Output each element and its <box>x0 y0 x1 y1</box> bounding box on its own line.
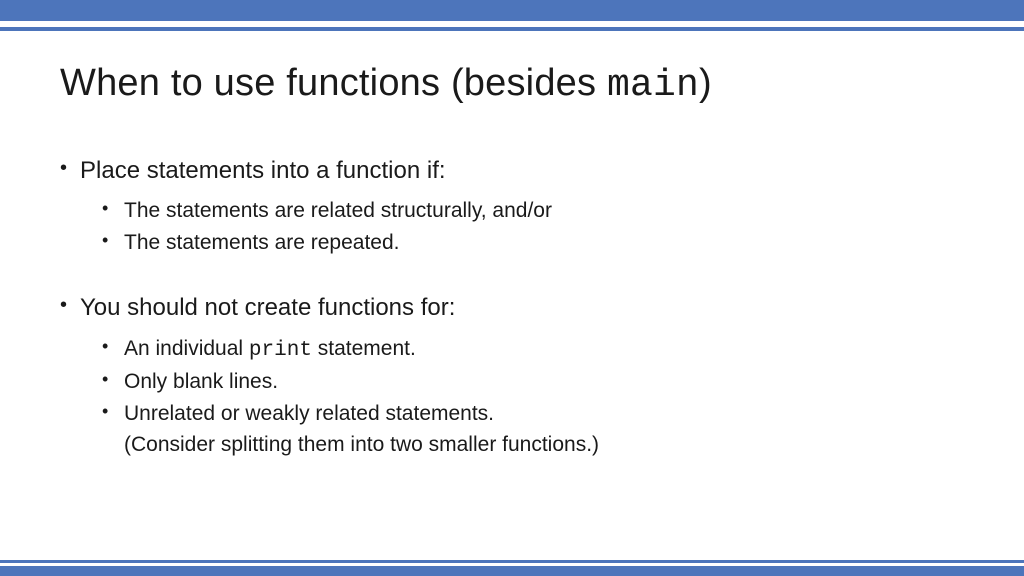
sub-bullet-list: The statements are related structurally,… <box>80 195 964 258</box>
bottom-border-thick <box>0 566 1024 576</box>
sub-bullet-code: print <box>249 339 312 362</box>
bullet-list: Place statements into a function if: The… <box>60 155 964 258</box>
sub-bullet-item: The statements are related structurally,… <box>102 195 964 227</box>
bullet-text: You should not create functions for: <box>80 294 455 321</box>
bottom-border-thin <box>0 560 1024 563</box>
slide-title: When to use functions (besides main) <box>60 62 712 107</box>
slide-body: Place statements into a function if: The… <box>60 155 964 467</box>
title-post: ) <box>699 62 712 104</box>
slide: When to use functions (besides main) Pla… <box>0 0 1024 576</box>
sub-bullet-post: statement. <box>312 337 416 360</box>
bullet-item: Place statements into a function if: The… <box>60 155 964 258</box>
sub-bullet-pre: An individual <box>124 337 249 360</box>
sub-bullet-text: The statements are related structurally,… <box>124 199 552 222</box>
top-border-thin <box>0 27 1024 31</box>
title-code: main <box>607 64 699 107</box>
sub-bullet-item: Unrelated or weakly related statements. … <box>102 398 964 461</box>
sub-bullet-subtext: (Consider splitting them into two smalle… <box>124 429 964 461</box>
bullet-item: You should not create functions for: An … <box>60 292 964 460</box>
sub-bullet-text: Unrelated or weakly related statements. <box>124 402 494 425</box>
sub-bullet-list: An individual print statement. Only blan… <box>80 333 964 461</box>
top-border-thick <box>0 0 1024 21</box>
bullet-list: You should not create functions for: An … <box>60 292 964 460</box>
spacer <box>60 264 964 292</box>
sub-bullet-item: An individual print statement. <box>102 333 964 367</box>
title-pre: When to use functions (besides <box>60 62 607 104</box>
bullet-text: Place statements into a function if: <box>80 157 446 184</box>
sub-bullet-item: Only blank lines. <box>102 366 964 398</box>
sub-bullet-text: Only blank lines. <box>124 370 278 393</box>
sub-bullet-text: The statements are repeated. <box>124 231 400 254</box>
sub-bullet-item: The statements are repeated. <box>102 227 964 259</box>
